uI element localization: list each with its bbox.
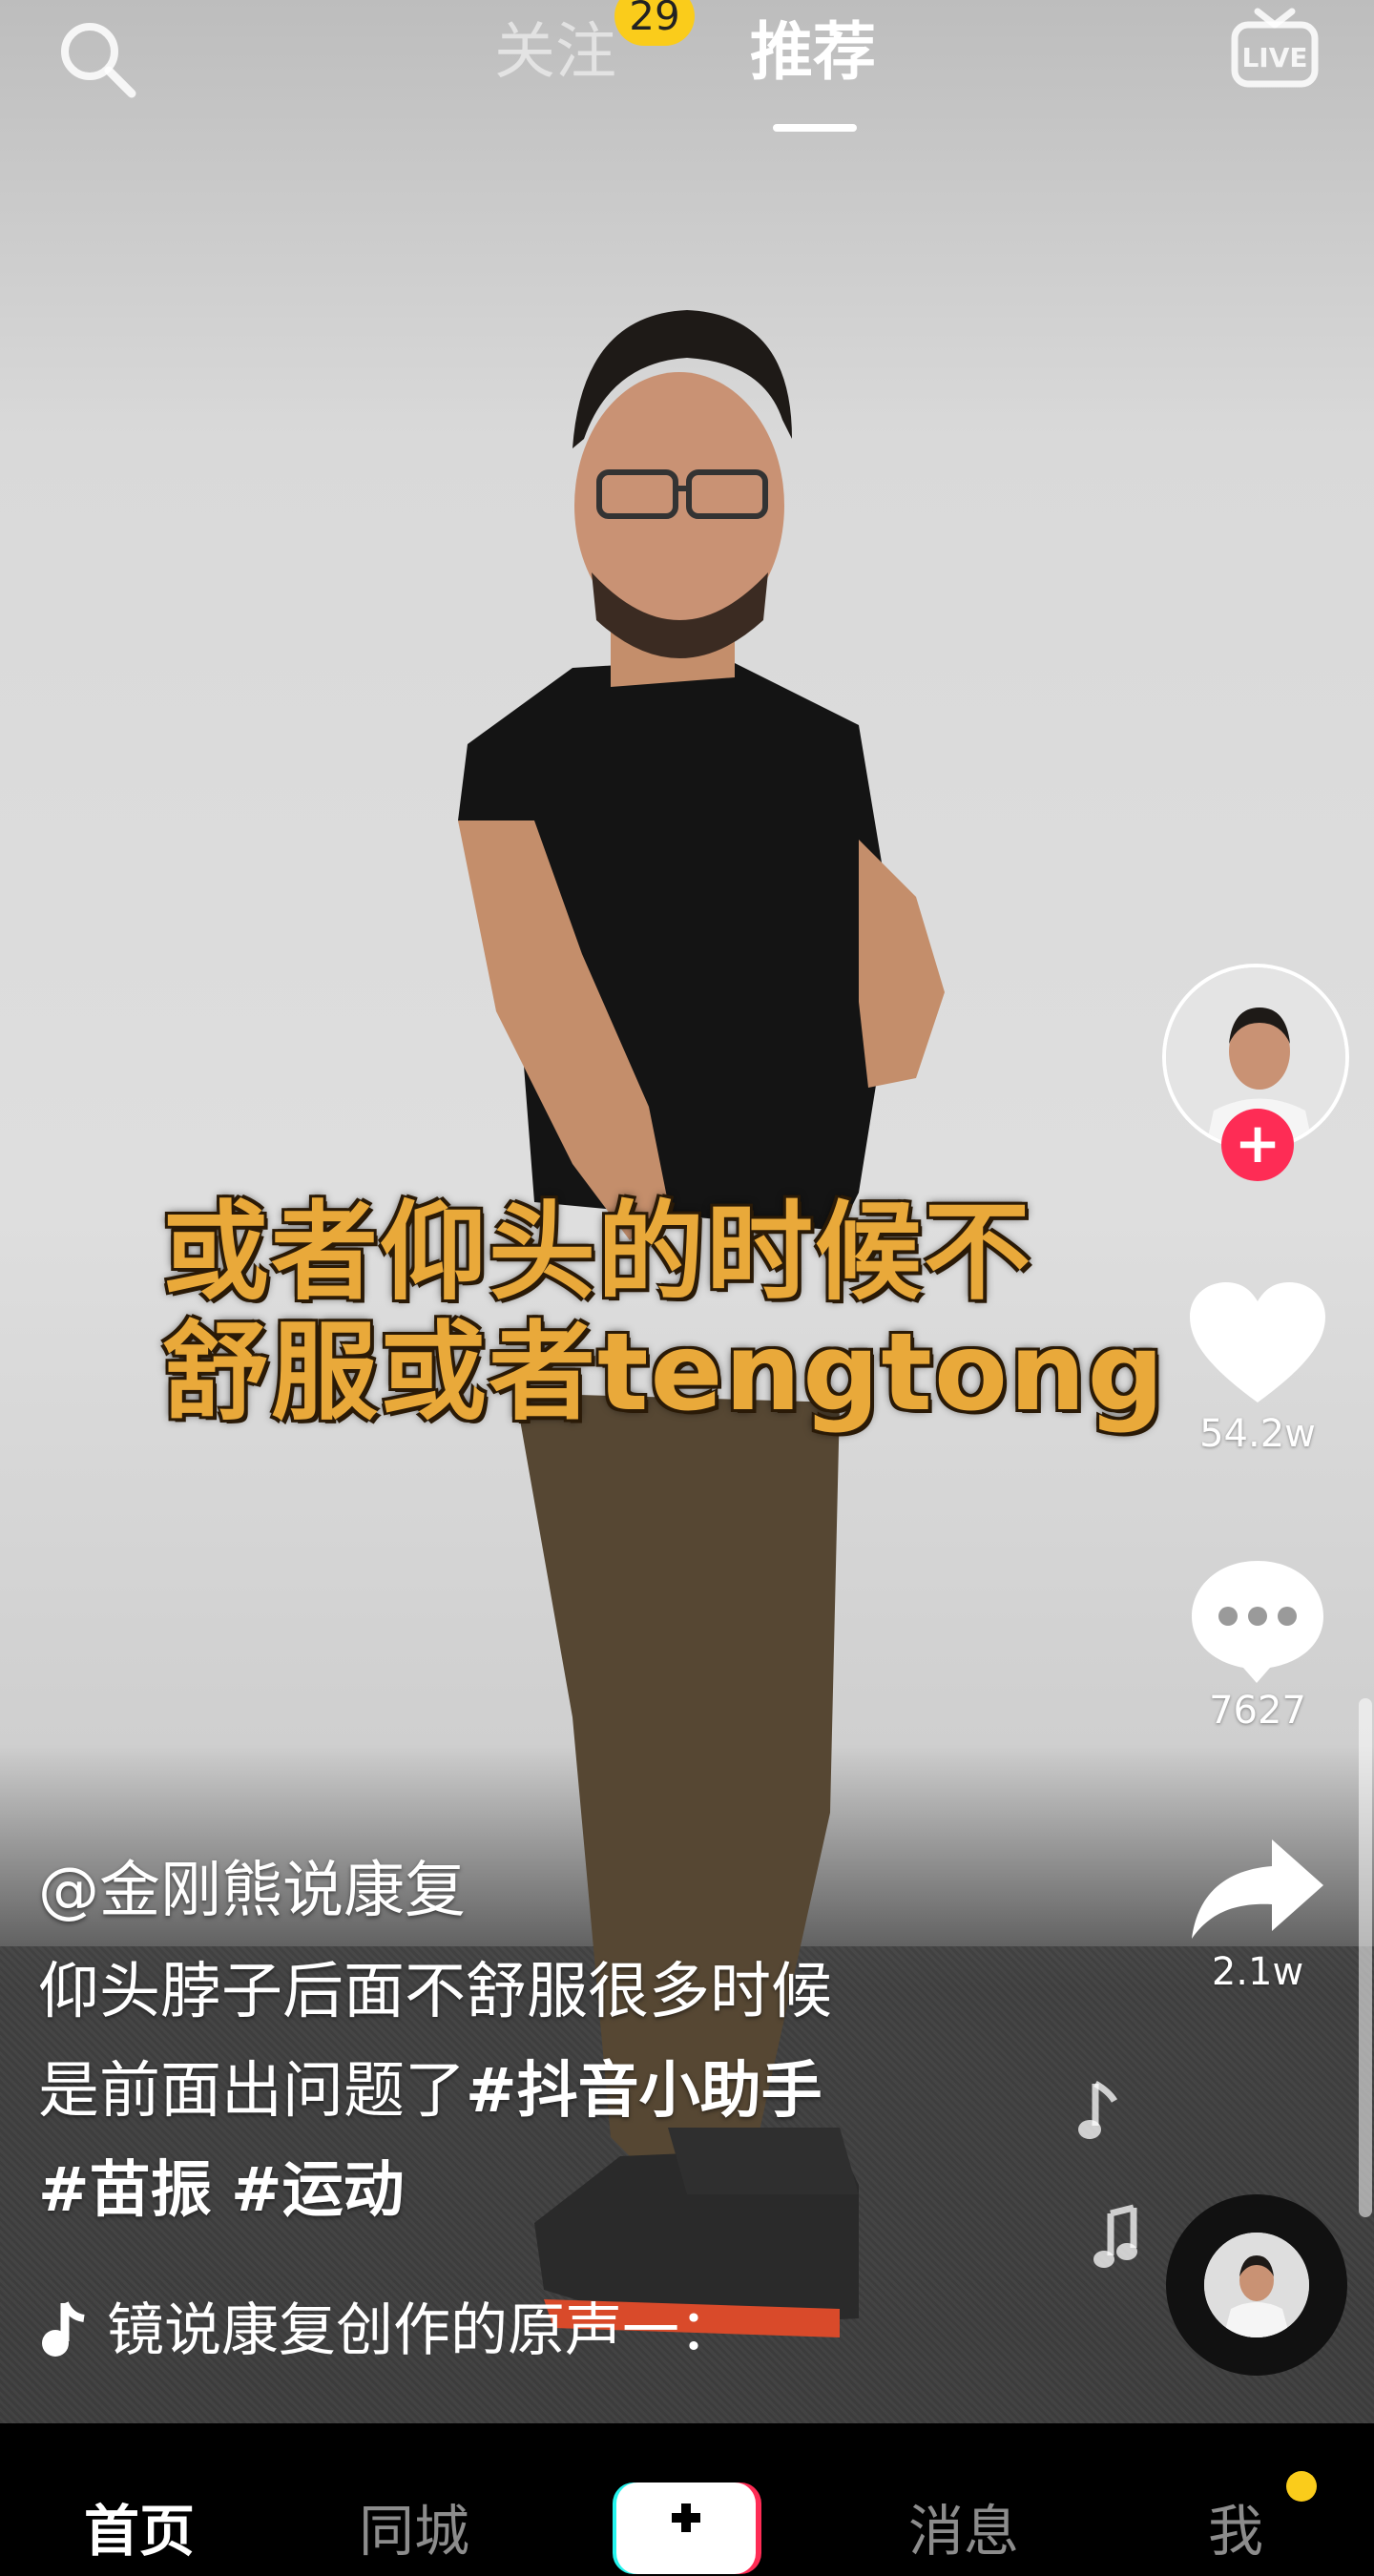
nav-me[interactable]: 我 [1208,2498,1263,2565]
follow-count-badge: 29 [614,0,695,46]
top-bar: 关注 29 推荐 LIVE [0,0,1374,143]
create-plus-button[interactable] [611,2483,761,2576]
nav-messages[interactable]: 消息 [908,2498,1019,2565]
music-disc[interactable] [1166,2194,1347,2376]
live-icon[interactable]: LIVE [1229,6,1321,90]
description-text: 是前面出问题了 [38,2056,466,2127]
floating-note-icon [1078,2080,1118,2139]
follow-plus-button[interactable]: + [1221,1109,1294,1181]
like-count: 54.2w [1199,1412,1316,1456]
svg-text:LIVE: LIVE [1241,42,1307,73]
active-tab-indicator [773,124,857,132]
description-line-1: 仰头脖子后面不舒服很多时候 [38,1957,832,2027]
music-marquee[interactable]: 镜说康复创作的原声一： [38,2290,763,2376]
disc-cover [1204,2233,1309,2337]
comment-count: 7627 [1209,1689,1306,1733]
video-subtitle: 或者仰头的时候不 舒服或者tengtong [162,1193,1250,1433]
floating-note-icon [1093,2204,1137,2268]
description-line-2: 是前面出问题了#抖音小助手 [38,2042,1030,2141]
nav-home[interactable]: 首页 [84,2498,195,2565]
tiktok-note-icon [42,2301,85,2357]
video-description: 仰头脖子后面不舒服很多时候 是前面出问题了#抖音小助手 #苗振 #运动 [38,1942,1030,2240]
hashtag[interactable]: #苗振 [38,2155,212,2226]
share-count: 2.1w [1211,1950,1304,1994]
comment-button[interactable]: 7627 [1162,1555,1353,1733]
comment-icon [1192,1561,1323,1683]
tab-follow[interactable]: 关注 [494,11,616,93]
subtitle-line-1: 或者仰头的时候不 [162,1191,1032,1315]
notification-dot [1286,2471,1317,2502]
search-icon[interactable] [53,15,141,103]
author-name[interactable]: @金刚熊说康复 [38,1851,1030,1931]
like-button[interactable]: 54.2w [1162,1278,1353,1456]
subtitle-line-2: 舒服或者tengtong [162,1311,1166,1435]
hashtag[interactable]: #抖音小助手 [466,2056,822,2127]
description-line-3: #苗振 #运动 [38,2141,1030,2240]
hashtag[interactable]: #运动 [231,2155,405,2226]
video-caption: @金刚熊说康复 仰头脖子后面不舒服很多时候 是前面出问题了#抖音小助手 #苗振 … [38,1851,1030,2240]
share-icon [1192,1839,1323,1939]
nav-city[interactable]: 同城 [359,2498,469,2565]
heart-icon [1190,1282,1325,1402]
scrollbar[interactable] [1359,1698,1372,2217]
share-button[interactable]: 2.1w [1162,1832,1353,1994]
music-title: 镜说康复创作的原声一： [107,2297,737,2364]
tab-recommend[interactable]: 推荐 [750,11,876,93]
